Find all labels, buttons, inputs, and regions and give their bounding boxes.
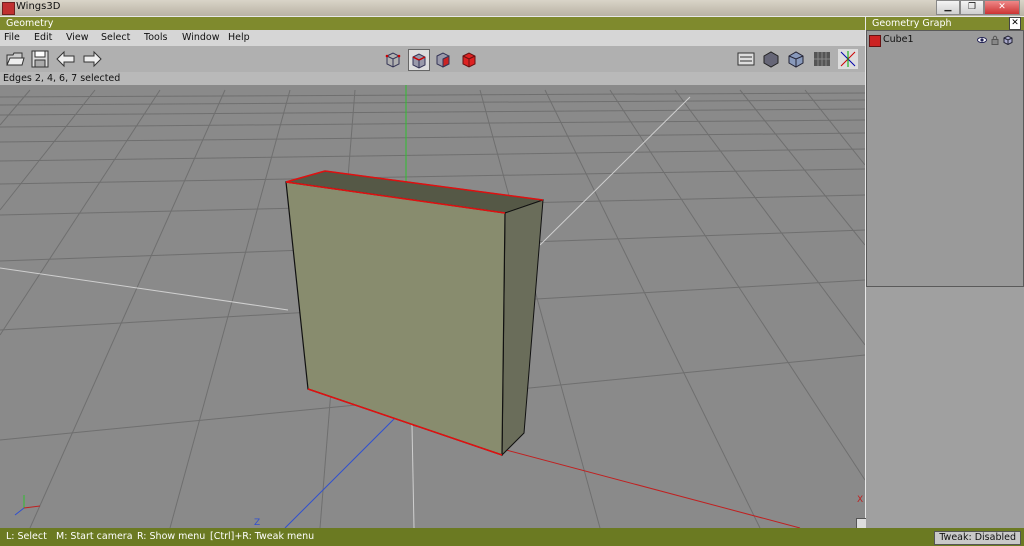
z-axis-label: Z [254, 518, 260, 528]
menu-tools[interactable]: Tools [144, 32, 167, 43]
geometry-window-title: Geometry [6, 18, 54, 29]
object-cube-icon [869, 35, 881, 47]
visibility-eye-icon[interactable] [977, 35, 987, 45]
menu-window[interactable]: Window [182, 32, 219, 43]
perspective-icon[interactable] [786, 49, 806, 69]
undo-arrow-icon[interactable] [56, 49, 76, 69]
hint-show-menu: R: Show menu [137, 531, 206, 542]
edge-select-mode-icon[interactable] [408, 49, 430, 71]
geometry-graph-panel: Cube1 [866, 30, 1024, 287]
window-titlebar: Wings3D ▁ ❐ ✕ [0, 0, 1024, 16]
selection-status-text: Edges 2, 4, 6, 7 selected [3, 73, 121, 84]
menu-view[interactable]: View [66, 32, 89, 43]
wings3d-app-icon [2, 2, 15, 15]
show-axes-icon[interactable] [838, 49, 858, 69]
menu-help[interactable]: Help [228, 32, 250, 43]
menu-file[interactable]: File [4, 32, 20, 43]
hint-start-camera: M: Start camera [56, 531, 133, 542]
close-button[interactable]: ✕ [984, 0, 1020, 15]
minimize-button[interactable]: ▁ [936, 0, 960, 15]
open-folder-icon[interactable] [5, 49, 25, 69]
menu-edit[interactable]: Edit [34, 32, 52, 43]
hint-select: L: Select [6, 531, 47, 542]
geometry-graph-header[interactable]: Geometry Graph ✕ [866, 17, 1024, 30]
save-icon[interactable] [30, 49, 50, 69]
redo-arrow-icon[interactable] [82, 49, 102, 69]
body-select-mode-icon[interactable] [459, 49, 479, 69]
workmode-toggle-icon[interactable] [736, 49, 756, 69]
ground-plane-icon[interactable] [812, 49, 832, 69]
object-name: Cube1 [883, 34, 914, 45]
geometry-graph-title: Geometry Graph [872, 18, 952, 29]
side-empty-area [866, 287, 1024, 528]
window-title: Wings3D [16, 1, 61, 12]
wireframe-cube-icon[interactable] [1003, 35, 1013, 45]
bottom-info-bar: L: Select M: Start camera R: Show menu [… [0, 528, 1024, 546]
geometry-graph-close-icon[interactable]: ✕ [1009, 17, 1021, 30]
lock-icon[interactable] [990, 35, 1000, 45]
x-axis-label: X [857, 495, 863, 505]
vertex-select-mode-icon[interactable] [383, 49, 403, 69]
menu-select[interactable]: Select [101, 32, 130, 43]
3d-viewport[interactable]: Z X [0, 85, 865, 528]
tweak-status-badge[interactable]: Tweak: Disabled [934, 531, 1021, 545]
maximize-button[interactable]: ❐ [960, 0, 984, 15]
selection-status: Edges 2, 4, 6, 7 selected [0, 72, 865, 85]
object-row-cube1[interactable]: Cube1 [869, 34, 1019, 48]
smooth-preview-icon[interactable] [761, 49, 781, 69]
geometry-window-header[interactable]: Geometry [0, 17, 865, 30]
hint-tweak-menu: [Ctrl]+R: Tweak menu [210, 531, 315, 542]
face-select-mode-icon[interactable] [433, 49, 453, 69]
toolbar [0, 46, 865, 73]
viewport-scene[interactable]: Z X [0, 85, 865, 528]
menu-bar: File Edit View Select Tools Window Help [0, 30, 865, 47]
